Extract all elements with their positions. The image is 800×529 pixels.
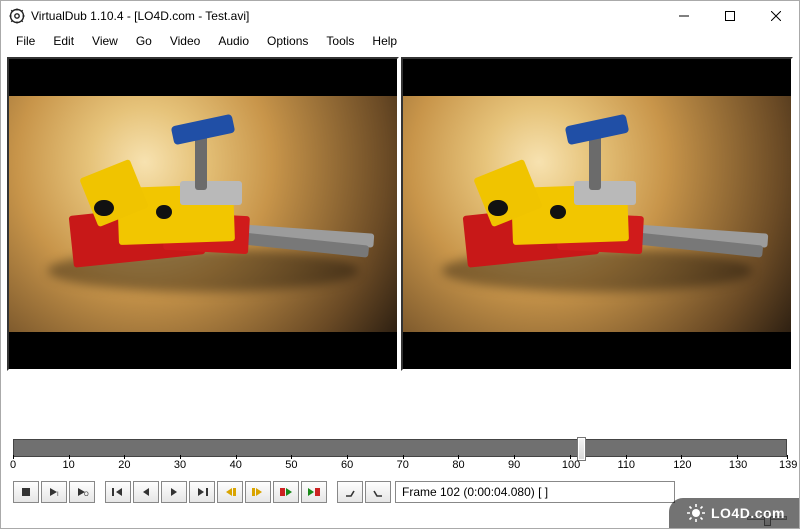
prev-keyframe-button[interactable] <box>217 481 243 503</box>
timeline-ticks: 0102030405060708090100110120130139 <box>13 459 787 477</box>
timeline-tick: 30 <box>172 459 188 471</box>
timeline-thumb[interactable] <box>577 437 586 461</box>
menu-audio[interactable]: Audio <box>209 32 258 50</box>
menu-edit[interactable]: Edit <box>44 32 83 50</box>
play-input-button[interactable]: I <box>41 481 67 503</box>
timeline-tick: 20 <box>116 459 132 471</box>
timeline-tick: 110 <box>618 459 634 471</box>
svg-text:I: I <box>57 492 59 498</box>
menu-video[interactable]: Video <box>161 32 209 50</box>
window-buttons <box>661 1 799 31</box>
next-scene-button[interactable] <box>301 481 327 503</box>
menu-file[interactable]: File <box>7 32 44 50</box>
timeline-tick: 130 <box>729 459 745 471</box>
preview-area <box>1 51 799 371</box>
timeline-tick: 80 <box>450 459 466 471</box>
maximize-button[interactable] <box>707 1 753 31</box>
timeline-tick: 40 <box>228 459 244 471</box>
next-keyframe-button[interactable] <box>245 481 271 503</box>
output-preview-pane[interactable] <box>401 57 793 371</box>
playback-group: I O <box>13 481 97 503</box>
prev-frame-button[interactable] <box>133 481 159 503</box>
play-output-button[interactable]: O <box>69 481 95 503</box>
timeline-tick: 10 <box>61 459 77 471</box>
menu-help[interactable]: Help <box>363 32 406 50</box>
output-frame-image <box>403 96 791 332</box>
window-title: VirtualDub 1.10.4 - [LO4D.com - Test.avi… <box>31 9 661 23</box>
go-end-button[interactable] <box>189 481 215 503</box>
mark-in-button[interactable] <box>337 481 363 503</box>
svg-text:O: O <box>84 492 89 498</box>
menubar: File Edit View Go Video Audio Options To… <box>1 31 799 51</box>
mark-group <box>337 481 393 503</box>
watermark-text: LO4D.com <box>711 505 785 521</box>
timeline-tick: 100 <box>562 459 578 471</box>
nav-group <box>105 481 329 503</box>
minimize-button[interactable] <box>661 1 707 31</box>
menu-view[interactable]: View <box>83 32 127 50</box>
mark-out-button[interactable] <box>365 481 391 503</box>
timeline: 0 10 20 30 40 50 60 70 80 90 100 110 120 130 139 <box>1 439 799 477</box>
timeline-tick: 50 <box>283 459 299 471</box>
status-bar: Frame 102 (0:00:04.080) [ ] <box>395 481 675 503</box>
timeline-tick: 120 <box>673 459 689 471</box>
timeline-tick: 139 <box>779 459 795 471</box>
menu-options[interactable]: Options <box>258 32 317 50</box>
stop-button[interactable] <box>13 481 39 503</box>
input-preview-pane[interactable] <box>7 57 399 371</box>
titlebar: VirtualDub 1.10.4 - [LO4D.com - Test.avi… <box>1 1 799 31</box>
spacer <box>1 371 799 439</box>
go-start-button[interactable] <box>105 481 131 503</box>
prev-scene-button[interactable] <box>273 481 299 503</box>
menu-tools[interactable]: Tools <box>317 32 363 50</box>
timeline-tick: 90 <box>506 459 522 471</box>
close-button[interactable] <box>753 1 799 31</box>
menu-go[interactable]: Go <box>127 32 161 50</box>
timeline-track[interactable] <box>13 439 787 457</box>
input-frame-image <box>9 96 397 332</box>
app-icon <box>9 8 25 24</box>
timeline-tick: 0 <box>5 459 21 471</box>
next-frame-button[interactable] <box>161 481 187 503</box>
status-text: Frame 102 (0:00:04.080) [ ] <box>402 485 548 499</box>
timeline-tick: 70 <box>395 459 411 471</box>
watermark: LO4D.com <box>669 498 799 528</box>
watermark-icon <box>687 504 705 522</box>
timeline-tick: 60 <box>339 459 355 471</box>
